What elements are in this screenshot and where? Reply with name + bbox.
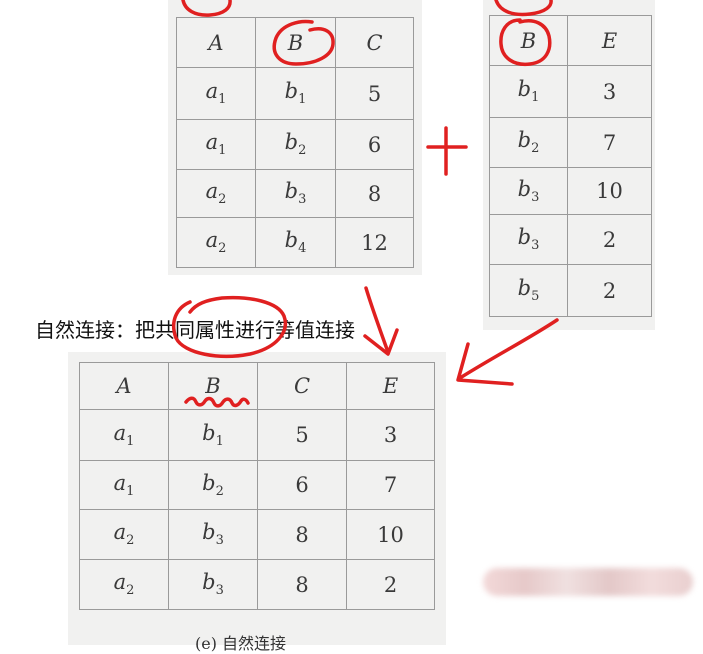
table-s-header-e: E [567, 15, 652, 66]
table-row: a1 b1 5 [176, 67, 414, 120]
table-row: b3 10 [489, 167, 652, 215]
table-r: A B C a1 b1 5 a1 b2 6 a2 b3 8 a2 b4 12 [176, 17, 414, 268]
cell-a: a1 [79, 460, 169, 510]
result-header-e: E [346, 362, 435, 410]
cell-c: 5 [335, 67, 414, 120]
cell-e: 3 [567, 65, 652, 118]
cell-b: b1 [168, 409, 258, 461]
table-row: a1 b2 6 7 [79, 460, 435, 510]
cell-b: b2 [168, 460, 258, 510]
cell-e: 2 [567, 264, 652, 317]
cell-b: b4 [255, 217, 336, 268]
cell-a: a2 [79, 559, 169, 610]
cell-b: b3 [489, 214, 568, 265]
result-header-c: C [257, 362, 347, 410]
result-caption: (e) 自然连接 [195, 634, 287, 653]
table-r-header-a: A [176, 17, 256, 68]
table-row: a2 b3 8 [176, 169, 414, 218]
table-s: B E b1 3 b2 7 b3 10 b3 2 b5 2 [489, 15, 652, 317]
cell-e: 2 [346, 559, 435, 610]
result-header-a: A [79, 362, 169, 410]
cell-b: b2 [489, 117, 568, 168]
cell-b: b2 [255, 119, 336, 170]
cell-c: 12 [335, 217, 414, 268]
cell-c: 8 [257, 509, 347, 560]
table-row: a2 b4 12 [176, 217, 414, 268]
cell-e: 7 [346, 460, 435, 510]
table-r-header-c: C [335, 17, 414, 68]
result-header-b: B [168, 362, 258, 410]
natural-join-note: 自然连接：把共同属性进行等值连接 [35, 318, 355, 342]
table-row: a1 b2 6 [176, 119, 414, 170]
cell-c: 5 [257, 409, 347, 461]
cell-a: a2 [79, 509, 169, 560]
cell-c: 8 [257, 559, 347, 610]
cell-c: 8 [335, 169, 414, 218]
table-r-header-b: B [255, 17, 336, 68]
table-row: b1 3 [489, 65, 652, 118]
table-row: a2 b3 8 2 [79, 559, 435, 610]
table-row: b5 2 [489, 264, 652, 317]
cell-c: 6 [257, 460, 347, 510]
cell-e: 3 [346, 409, 435, 461]
cell-e: 2 [567, 214, 652, 265]
table-s-header-b: B [489, 15, 568, 66]
arrow-down-mark [364, 286, 390, 354]
cell-a: a2 [176, 217, 256, 268]
cell-a: a1 [176, 67, 256, 120]
cell-a: a2 [176, 169, 256, 218]
cell-a: a1 [176, 119, 256, 170]
cell-a: a1 [79, 409, 169, 461]
cell-b: b3 [255, 169, 336, 218]
cell-c: 6 [335, 119, 414, 170]
table-row: b3 2 [489, 214, 652, 265]
table-row: a1 b1 5 3 [79, 409, 435, 461]
table-row: b2 7 [489, 117, 652, 168]
cell-b: b3 [489, 167, 568, 215]
cell-e: 10 [346, 509, 435, 560]
cell-e: 7 [567, 117, 652, 168]
table-row: a2 b3 8 10 [79, 509, 435, 560]
cell-b: b5 [489, 264, 568, 317]
cell-e: 10 [567, 167, 652, 215]
cell-b: b3 [168, 509, 258, 560]
cell-b: b1 [255, 67, 336, 120]
cell-b: b1 [489, 65, 568, 118]
blurred-watermark [483, 568, 693, 596]
cell-b: b3 [168, 559, 258, 610]
result-table: A B C E a1 b1 5 3 a1 b2 6 7 a2 b3 8 10 a… [79, 362, 435, 610]
